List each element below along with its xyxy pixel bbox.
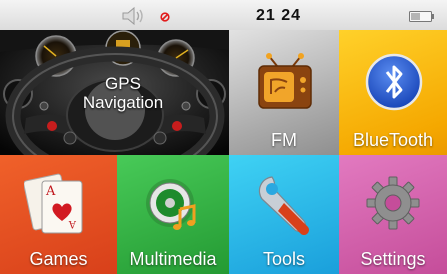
media-disc-icon	[146, 179, 196, 230]
speaker-icon[interactable]	[121, 6, 147, 26]
bluetooth-label: BlueTooth	[352, 130, 434, 150]
gps-navigation-tile[interactable]: GPS Navigation	[0, 30, 229, 155]
radio-tv-icon	[258, 53, 312, 109]
tools-tile[interactable]: Tools	[229, 155, 339, 274]
status-bar: 21 24	[0, 0, 447, 30]
gps-subtitle: Navigation	[82, 93, 164, 112]
games-tile[interactable]: A A Games	[0, 155, 117, 274]
wrench-icon	[258, 176, 309, 235]
gear-icon	[366, 176, 420, 230]
fm-tile[interactable]: FM	[229, 30, 339, 155]
battery-icon	[409, 11, 434, 22]
mute-icon	[160, 12, 170, 22]
settings-tile[interactable]: Settings	[339, 155, 447, 274]
tools-label: Tools	[262, 249, 306, 269]
svg-text:A: A	[45, 184, 56, 199]
playing-cards-icon: A A	[24, 173, 83, 234]
games-label: Games	[29, 249, 88, 269]
svg-text:A: A	[68, 218, 77, 229]
multimedia-label: Multimedia	[129, 249, 217, 269]
bluetooth-tile[interactable]: BlueTooth	[339, 30, 447, 155]
settings-label: Settings	[360, 249, 426, 269]
bluetooth-icon	[365, 53, 423, 111]
multimedia-tile[interactable]: Multimedia	[117, 155, 229, 274]
gps-title: GPS	[105, 74, 141, 93]
fm-label: FM	[271, 130, 297, 150]
clock-time: 21 24	[256, 7, 302, 24]
